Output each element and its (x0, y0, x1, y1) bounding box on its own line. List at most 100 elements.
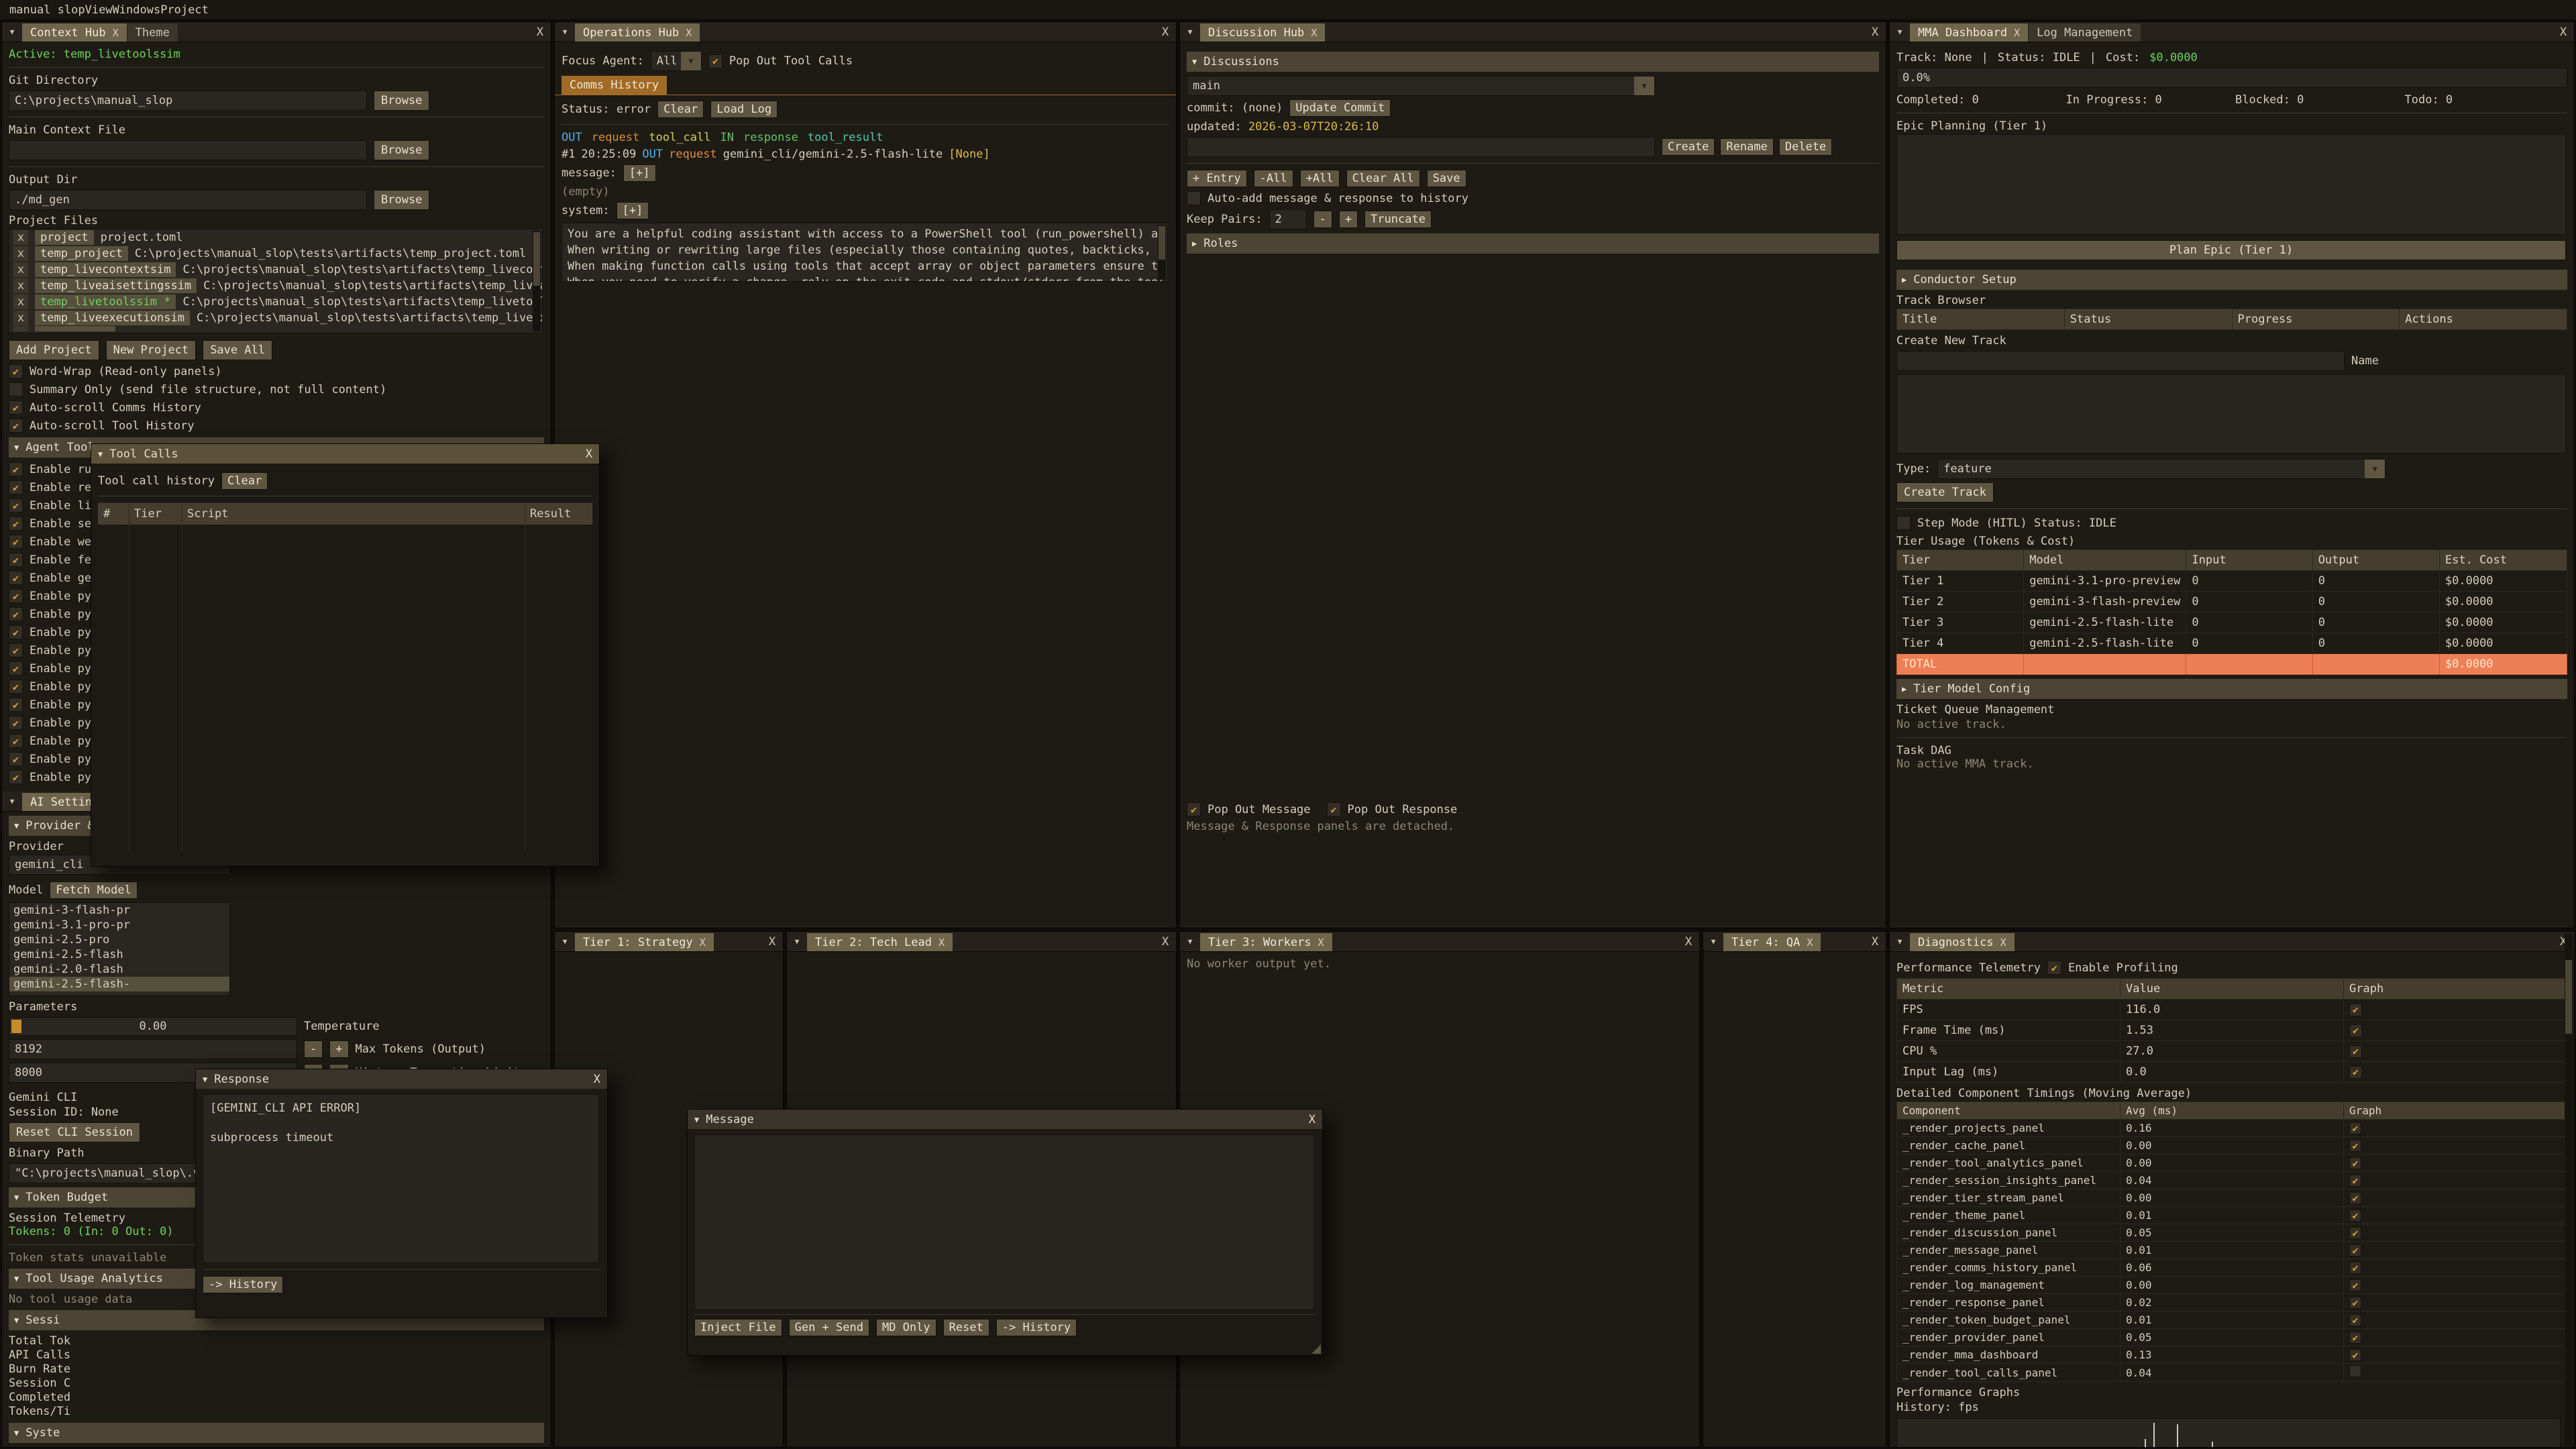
checkbox[interactable]: ✔ (9, 607, 23, 621)
window-menu-icon[interactable]: ▼ (555, 932, 575, 951)
tab-tier4[interactable]: Tier 4: QA X (1723, 933, 1821, 951)
track-type-combo[interactable]: feature ▼ (1937, 459, 2385, 479)
popout-response-checkbox[interactable]: ✔ (1327, 802, 1341, 816)
message-titlebar[interactable]: ▼ Message X (688, 1110, 1322, 1129)
autoadd-checkbox-row[interactable]: Auto-add message & response to history (1187, 191, 1879, 206)
tab-close-icon[interactable]: X (113, 27, 119, 39)
checkbox[interactable]: ✔ (9, 517, 23, 531)
chevron-down-icon[interactable]: ▼ (2365, 460, 2385, 478)
close-icon[interactable]: X (586, 447, 592, 461)
option-checkbox-row[interactable]: Summary Only (send file structure, not f… (9, 382, 544, 397)
project-file-row[interactable]: x temp_project C:\projects\manual_slop\t… (9, 246, 542, 262)
graph-checkbox[interactable]: ✔ (2349, 1210, 2361, 1222)
window-menu-icon[interactable]: ▼ (555, 22, 575, 42)
response-textarea[interactable]: [GEMINI_CLI API ERROR] subprocess timeou… (203, 1094, 599, 1263)
scrollbar[interactable] (2565, 933, 2573, 1446)
expand-system-button[interactable]: [+] (616, 202, 649, 219)
menu-item[interactable]: manual slop (9, 3, 85, 17)
tab-comms-history[interactable]: Comms History (561, 76, 667, 95)
step-mode-row[interactable]: Step Mode (HITL) Status: IDLE (1896, 515, 2567, 531)
window-menu-icon[interactable]: ▼ (1890, 932, 1910, 951)
tool-calls-window[interactable]: ▼ Tool Calls X Tool call history Clear #… (91, 443, 600, 867)
popout-toolcalls-checkbox[interactable]: ✔ (708, 54, 722, 68)
remove-file-button[interactable]: x (13, 230, 28, 245)
close-icon[interactable]: X (1864, 22, 1886, 42)
checkbox[interactable]: ✔ (9, 643, 23, 657)
checkbox[interactable]: ✔ (9, 770, 23, 784)
project-action-button[interactable]: Add Project (9, 340, 99, 360)
scrollbar-thumb[interactable] (1159, 226, 1165, 260)
project-file-row[interactable]: x temp_liveaisettingssim C:\projects\man… (9, 278, 542, 294)
update-commit-button[interactable]: Update Commit (1289, 99, 1391, 117)
checkbox[interactable]: ✔ (9, 462, 23, 476)
option-checkbox-row[interactable]: ✔ Word-Wrap (Read-only panels) (9, 364, 544, 379)
column-header[interactable]: Model (2024, 550, 2186, 571)
model-list-item[interactable]: gemini-2.0-flash (9, 962, 229, 977)
checkbox[interactable]: ✔ (9, 625, 23, 639)
minus-button[interactable]: - (1313, 211, 1332, 228)
discussion-name-button[interactable]: Rename (1720, 138, 1773, 156)
scrollbar-thumb[interactable] (2565, 960, 2572, 1034)
message-action-button[interactable]: Reset (943, 1319, 989, 1336)
close-icon[interactable]: X (2553, 22, 2574, 42)
focus-agent-combo[interactable]: All ▼ (651, 51, 702, 71)
temperature-slider[interactable]: 0.00 (9, 1017, 297, 1036)
discussion-branch-combo[interactable]: main ▼ (1187, 76, 1655, 96)
window-menu-icon[interactable]: ▼ (1180, 932, 1200, 951)
tab-close-icon[interactable]: X (700, 936, 706, 949)
fetch-models-button[interactable]: Fetch Model (50, 881, 138, 899)
tab-log-management[interactable]: Log Management (2029, 23, 2141, 42)
expand-message-button[interactable]: [+] (623, 164, 656, 182)
column-header[interactable]: Input (2186, 550, 2312, 571)
history-entry-button[interactable]: + Entry (1187, 170, 1247, 187)
close-icon[interactable]: X (1155, 22, 1176, 42)
close-icon[interactable]: X (1678, 932, 1699, 951)
tab-tier2[interactable]: Tier 2: Tech Lead X (807, 933, 953, 951)
clear-button[interactable]: Clear (221, 472, 268, 490)
tab-context-hub[interactable]: Context Hub X (22, 23, 127, 42)
chevron-down-icon[interactable]: ▼ (1634, 76, 1654, 95)
tier-model-config-header[interactable]: ▶ Tier Model Config (1896, 679, 2567, 699)
graph-checkbox[interactable]: ✔ (2349, 1349, 2361, 1361)
create-track-button[interactable]: Create Track (1896, 482, 1994, 502)
option-checkbox-row[interactable]: ✔ Auto-scroll Tool History (9, 418, 544, 433)
column-header[interactable]: Graph (2344, 1102, 2567, 1120)
collapse-arrow-icon[interactable]: ▼ (98, 449, 103, 459)
window-menu-icon[interactable]: ▼ (787, 932, 807, 951)
tab-close-icon[interactable]: X (2000, 936, 2006, 949)
close-icon[interactable]: X (594, 1073, 600, 1086)
message-textarea[interactable] (694, 1134, 1314, 1310)
output-dir-browse-button[interactable]: Browse (374, 190, 429, 210)
close-icon[interactable]: X (761, 932, 783, 951)
tab-discussion-hub[interactable]: Discussion Hub X (1200, 23, 1325, 42)
window-menu-icon[interactable]: ▼ (1180, 22, 1200, 42)
track-description-textarea[interactable] (1896, 374, 2566, 453)
track-name-input[interactable] (1896, 351, 2345, 371)
column-header[interactable]: Metric (1897, 979, 2121, 1000)
scrollbar[interactable] (533, 231, 541, 331)
message-action-button[interactable]: Inject File (694, 1319, 782, 1336)
plus-button[interactable]: + (329, 1040, 348, 1058)
window-menu-icon[interactable]: ▼ (1890, 22, 1910, 42)
file-tag-button[interactable]: temp_livecontextsim (35, 262, 176, 277)
to-history-button[interactable]: -> History (203, 1276, 283, 1293)
checkbox[interactable]: ✔ (9, 698, 23, 712)
window-menu-icon[interactable]: ▼ (2, 22, 22, 42)
checkbox[interactable]: ✔ (9, 589, 23, 603)
git-directory-input[interactable]: C:\projects\manual_slop (9, 91, 367, 111)
checkbox[interactable]: ✔ (9, 480, 23, 494)
graph-checkbox[interactable]: ✔ (2349, 1244, 2361, 1256)
menu-item[interactable]: View (85, 3, 113, 17)
main-context-input[interactable] (9, 140, 367, 160)
tab-close-icon[interactable]: X (686, 27, 692, 39)
column-header[interactable]: Status (2064, 309, 2232, 330)
graph-checkbox[interactable] (2349, 1365, 2361, 1377)
message-window[interactable]: ▼ Message X Inject FileGen + SendMD Only… (687, 1109, 1323, 1356)
remove-file-button[interactable]: x (13, 262, 28, 277)
scrollbar-thumb[interactable] (533, 232, 540, 286)
graph-checkbox[interactable]: ✔ (2349, 1262, 2361, 1274)
column-header[interactable]: Est. Cost (2439, 550, 2567, 571)
model-list[interactable]: gemini-3-flash-prgemini-3.1-pro-prgemini… (9, 902, 230, 996)
graph-checkbox[interactable]: ✔ (2349, 1122, 2361, 1134)
tab-close-icon[interactable]: X (1318, 936, 1324, 949)
